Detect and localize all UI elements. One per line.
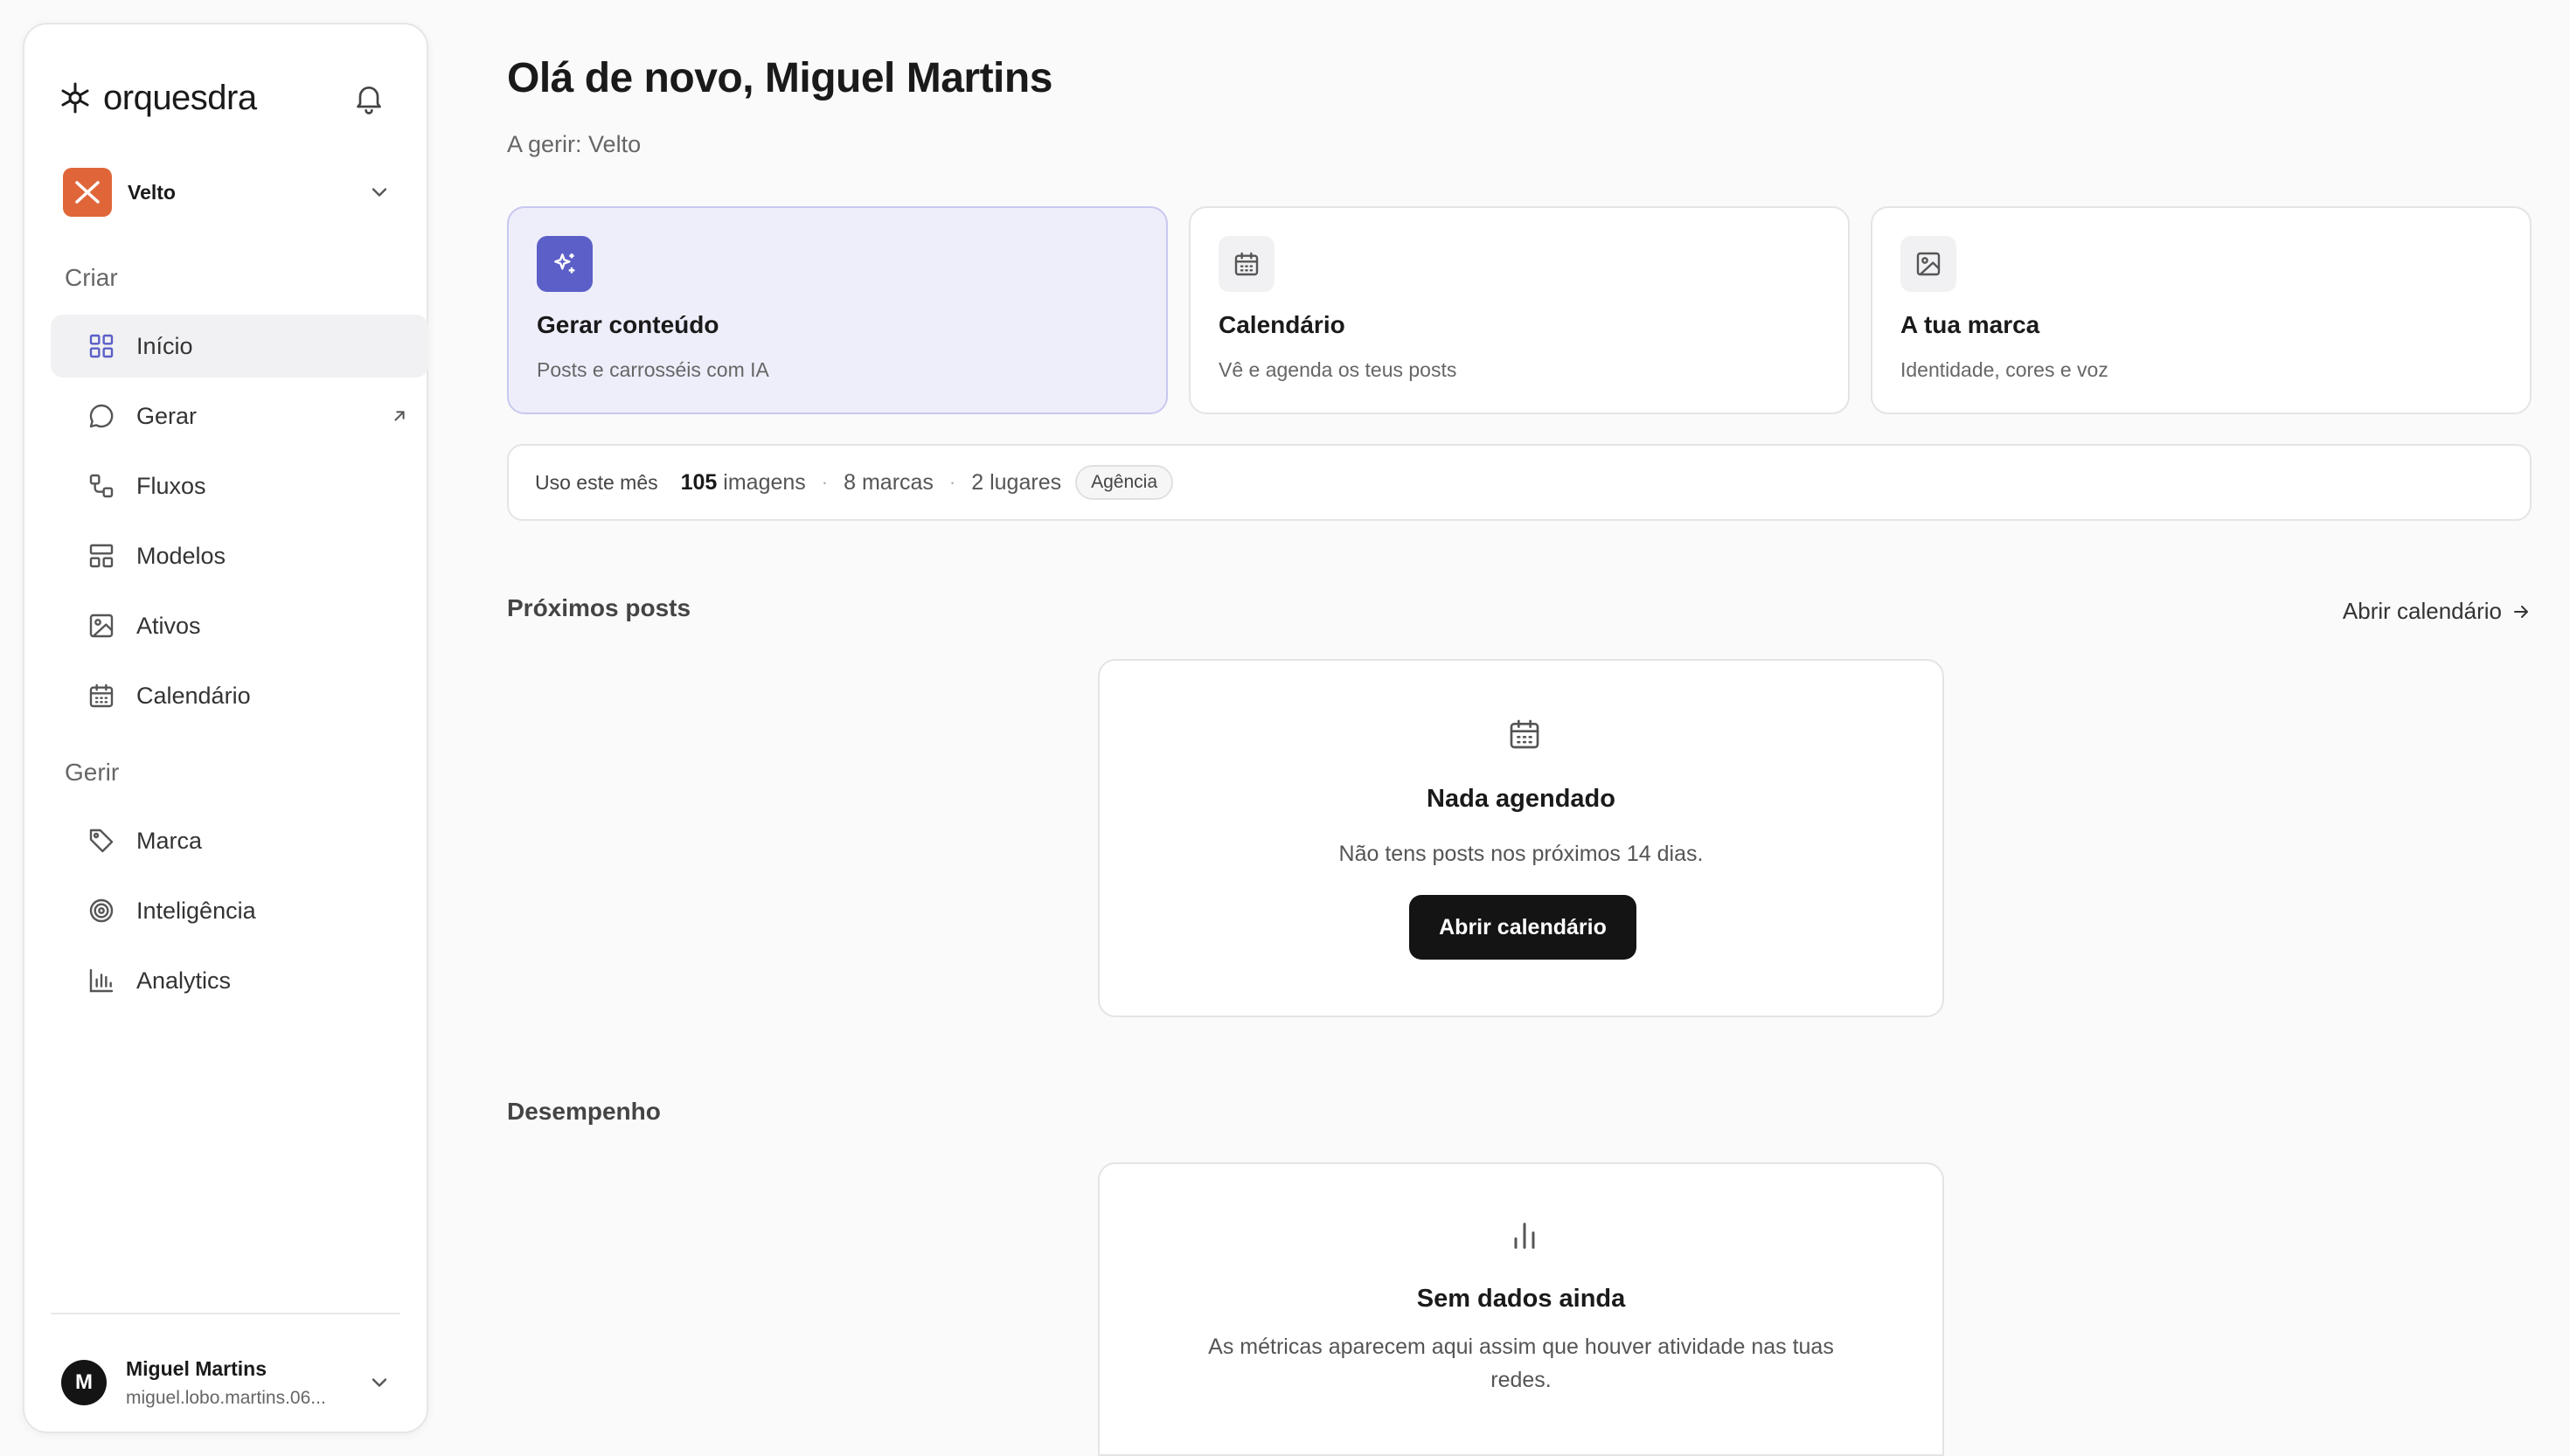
sidebar-item-label: Gerar <box>136 402 198 429</box>
chat-bubble-icon <box>89 404 114 428</box>
sidebar-item-inteligencia[interactable]: Inteligência <box>51 879 428 942</box>
open-calendar-link-label: Abrir calendário <box>2342 598 2502 624</box>
sidebar-item-calendario[interactable]: Calendário <box>51 664 428 727</box>
page-title: Olá de novo, Miguel Martins <box>507 55 1052 101</box>
usage-separator: · <box>821 471 829 493</box>
template-layout-icon <box>89 544 114 568</box>
target-icon <box>89 898 114 923</box>
brand-switcher[interactable]: Velto <box>63 166 392 218</box>
brand-logo-icon <box>63 168 112 217</box>
user-name: Miguel Martins <box>126 1356 267 1380</box>
calendar-icon <box>89 683 114 708</box>
usage-brands: 8 marcas <box>844 469 934 495</box>
chevron-down-icon <box>372 188 387 197</box>
quick-action-icon-wrap <box>537 236 593 292</box>
calendar-icon <box>1510 719 1539 749</box>
sidebar-item-fluxos[interactable]: Fluxos <box>51 454 428 517</box>
quick-action-description: Identidade, cores e voz <box>1900 358 2108 381</box>
sidebar-item-label: Ativos <box>136 612 201 639</box>
image-icon <box>1916 252 1941 276</box>
quick-action-icon-wrap <box>1219 236 1275 292</box>
quick-action-icon-wrap <box>1900 236 1956 292</box>
bar-chart-icon <box>1514 1223 1535 1249</box>
sidebar-item-inicio[interactable]: Início <box>51 315 428 378</box>
quick-action-your-brand[interactable]: A tua marca Identidade, cores e voz <box>1871 206 2532 414</box>
sidebar-item-label: Marca <box>136 827 203 854</box>
usage-images: 105 imagens <box>681 470 806 496</box>
page-subtitle: A gerir: Velto <box>507 131 642 157</box>
plan-badge: Agência <box>1075 465 1173 500</box>
calendar-icon <box>1234 252 1259 276</box>
upcoming-empty-state: Nada agendado Não tens posts nos próximo… <box>1098 659 1944 1017</box>
open-calendar-button[interactable]: Abrir calendário <box>1409 895 1636 960</box>
empty-state-title: Nada agendado <box>1427 785 1615 813</box>
user-email: miguel.lobo.martins.06... <box>126 1387 326 1408</box>
empty-state-text: Não tens posts nos próximos 14 dias. <box>1338 842 1704 866</box>
usage-seats: 2 lugares <box>971 469 1062 495</box>
chevron-down-icon <box>372 1378 387 1387</box>
usage-separator: · <box>948 471 956 493</box>
sidebar-item-label: Fluxos <box>136 472 206 499</box>
usage-summary: Uso este mês 105 imagens · 8 marcas · 2 … <box>507 444 2532 521</box>
bell-icon[interactable] <box>351 80 386 115</box>
sidebar-item-gerar[interactable]: Gerar <box>51 385 428 447</box>
quick-action-title: Calendário <box>1219 311 1345 338</box>
tag-icon <box>89 829 114 853</box>
section-label-gerir: Gerir <box>65 759 120 786</box>
sidebar-item-ativos[interactable]: Ativos <box>51 594 428 657</box>
brand-name: Velto <box>128 180 176 204</box>
sidebar-item-label: Analytics <box>136 967 232 994</box>
user-info: Miguel Martins miguel.lobo.martins.06... <box>126 1357 326 1409</box>
sidebar-item-marca[interactable]: Marca <box>51 809 428 872</box>
open-calendar-link[interactable]: Abrir calendário <box>2343 598 2532 625</box>
usage-images-count: 105 <box>680 469 718 495</box>
sidebar-item-label: Calendário <box>136 682 251 709</box>
orquesdra-logo-icon <box>61 82 89 114</box>
sidebar-item-label: Início <box>136 332 193 359</box>
empty-state-text: As métricas aparecem aqui assim que houv… <box>1208 1335 1834 1392</box>
quick-action-title: Gerar conteúdo <box>537 311 719 338</box>
sidebar-divider <box>51 1313 400 1314</box>
sidebar-item-label: Inteligência <box>136 897 256 924</box>
section-title-upcoming: Próximos posts <box>507 594 691 621</box>
bar-chart-icon <box>89 968 114 993</box>
logo-row: orquesdra <box>58 73 386 122</box>
usage-label: Uso este mês <box>535 470 658 494</box>
quick-action-description: Vê e agenda os teus posts <box>1219 358 1457 381</box>
user-menu[interactable]: M Miguel Martins miguel.lobo.martins.06.… <box>61 1346 392 1419</box>
sidebar-item-analytics[interactable]: Analytics <box>51 949 428 1012</box>
section-title-performance: Desempenho <box>507 1098 661 1125</box>
avatar: M <box>61 1360 107 1405</box>
sidebar-item-label: Modelos <box>136 542 226 569</box>
sidebar: orquesdra Velto Criar Início Gerar Fluxo… <box>23 23 428 1433</box>
image-icon <box>89 614 114 638</box>
external-arrow-icon <box>394 411 405 421</box>
arrow-right-icon <box>2514 605 2528 618</box>
sidebar-item-modelos[interactable]: Modelos <box>51 524 428 587</box>
usage-images-unit: imagens <box>723 469 806 495</box>
section-label-criar: Criar <box>65 264 118 291</box>
grid-icon <box>89 334 114 358</box>
empty-state-title: Sem dados ainda <box>1416 1285 1626 1313</box>
sparkles-icon <box>554 253 575 274</box>
logo-text: orquesdra <box>103 78 257 117</box>
quick-action-description: Posts e carrosséis com IA <box>537 358 769 381</box>
flow-icon <box>89 474 114 498</box>
quick-action-calendar[interactable]: Calendário Vê e agenda os teus posts <box>1189 206 1850 414</box>
quick-action-generate-content[interactable]: Gerar conteúdo Posts e carrosséis com IA <box>507 206 1168 414</box>
performance-empty-state: Sem dados ainda As métricas aparecem aqu… <box>1098 1162 1944 1456</box>
quick-action-title: A tua marca <box>1900 311 2040 338</box>
